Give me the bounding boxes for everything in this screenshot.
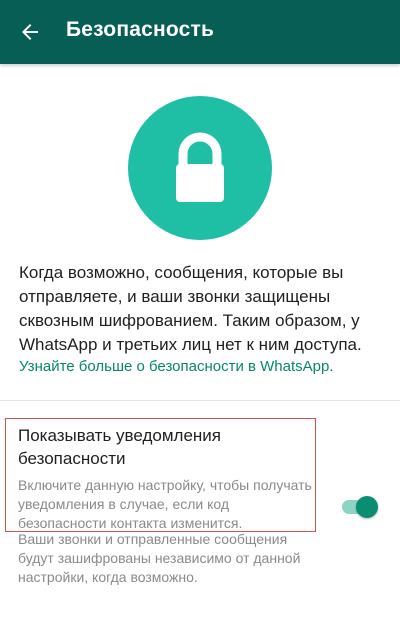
footnote: Ваши звонки и отправленные сообщения буд… — [18, 531, 301, 585]
lock-badge — [128, 96, 272, 240]
app-bar: Безопасность — [0, 0, 400, 64]
encryption-description: Когда возможно, сообщения, которые вы от… — [19, 263, 362, 354]
setting-title: Показывать уведомления безопасности — [18, 426, 221, 468]
security-notifications-toggle[interactable] — [340, 495, 380, 519]
arrow-back-icon — [22, 24, 38, 40]
lock-icon — [176, 132, 224, 202]
page-title: Безопасность — [66, 18, 215, 41]
learn-more-link[interactable]: Узнайте больше о безопасности в WhatsApp… — [19, 358, 334, 375]
setting-description: Включите данную настройку, чтобы получат… — [18, 477, 312, 531]
back-button[interactable] — [8, 12, 52, 52]
divider — [0, 400, 400, 401]
toggle-thumb — [356, 496, 378, 518]
